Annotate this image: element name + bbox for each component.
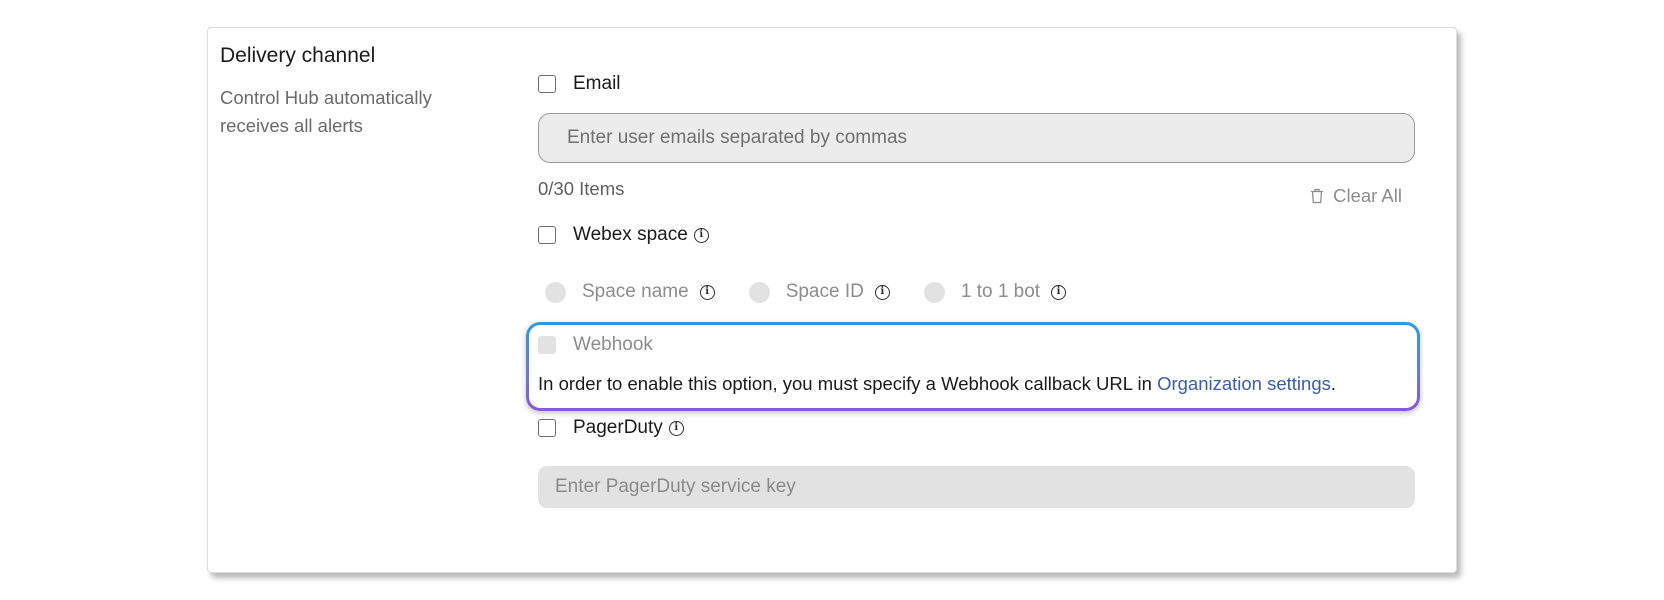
radio-button[interactable] <box>923 281 945 303</box>
webhook-label: Webhook <box>573 334 653 355</box>
radio-button[interactable] <box>545 281 566 303</box>
email-items-count: 0/30 Items <box>538 178 625 199</box>
info-icon[interactable]: i <box>874 284 890 300</box>
clear-all-label: Clear All <box>1333 185 1402 206</box>
email-checkbox[interactable] <box>538 75 556 93</box>
section-title: Delivery channel <box>220 44 376 67</box>
webhook-note: In order to enable this option, you must… <box>538 373 1336 395</box>
pagerduty-checkbox[interactable] <box>538 419 556 437</box>
webhook-note-suffix: . <box>1330 373 1336 394</box>
delivery-options: Email 0/30 Items Clear All Webex space i… <box>526 28 1420 572</box>
pagerduty-label: PagerDuty <box>573 417 663 438</box>
info-icon[interactable]: i <box>1051 284 1067 300</box>
pagerduty-service-key-input[interactable] <box>538 466 1415 508</box>
trash-icon <box>1311 188 1324 204</box>
info-icon[interactable]: i <box>668 420 684 436</box>
webhook-panel: Webhook In order to enable this option, … <box>529 325 1417 408</box>
webex-space-option[interactable]: Webex space i <box>538 224 709 246</box>
radio-button[interactable] <box>748 281 770 303</box>
radio-one-to-one-bot[interactable]: 1 to 1 bot i <box>923 281 1067 303</box>
radio-label: Space ID <box>785 281 864 302</box>
clear-all-button[interactable]: Clear All <box>1310 185 1402 207</box>
pagerduty-option[interactable]: PagerDuty i <box>538 417 684 439</box>
radio-space-id[interactable]: Space ID i <box>748 281 890 303</box>
webex-space-label: Webex space <box>573 224 688 245</box>
webex-space-type-options: Space name i Space ID i 1 to 1 bot i <box>545 281 1100 303</box>
radio-label: Space name <box>582 281 689 302</box>
section-description: Control Hub automatically receives all a… <box>220 87 432 136</box>
webhook-option[interactable]: Webhook <box>538 334 653 356</box>
delivery-channel-card: Delivery channel Control Hub automatical… <box>207 27 1457 573</box>
webex-space-checkbox[interactable] <box>538 226 556 244</box>
organization-settings-link[interactable]: Organization settings <box>1157 373 1331 394</box>
info-icon[interactable]: i <box>699 284 715 300</box>
email-option[interactable]: Email <box>538 73 621 95</box>
radio-label: 1 to 1 bot <box>960 281 1041 302</box>
radio-space-name[interactable]: Space name i <box>545 281 715 303</box>
webhook-checkbox[interactable] <box>538 336 556 354</box>
webhook-highlight: Webhook In order to enable this option, … <box>526 322 1420 411</box>
email-label: Email <box>573 73 621 94</box>
email-input[interactable] <box>538 113 1415 163</box>
info-icon[interactable]: i <box>693 227 709 243</box>
webhook-note-text: In order to enable this option, you must… <box>538 373 1158 394</box>
